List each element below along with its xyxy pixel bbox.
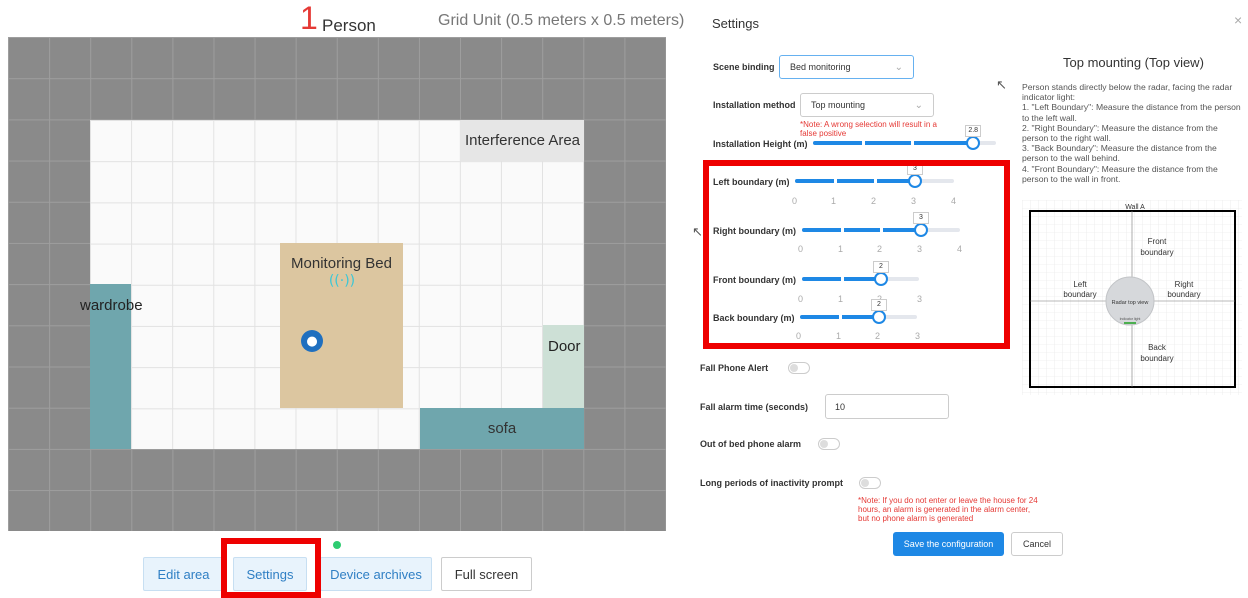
back-boundary-diagram-label: boundary: [1140, 354, 1173, 363]
installation-height-handle[interactable]: [966, 136, 981, 150]
device-archives-button[interactable]: Device archives: [320, 557, 432, 591]
top-view-diagram: Wall A Front boundary Left boundary Righ…: [1022, 200, 1242, 395]
front-boundary-diagram-label: boundary: [1140, 248, 1173, 257]
radar-top-view-label: Radar top view: [1112, 300, 1149, 306]
out-of-bed-alarm-toggle[interactable]: [818, 438, 840, 450]
scene-binding-label: Scene binding: [713, 62, 775, 72]
scene-binding-select[interactable]: Bed monitoring ⌄: [779, 55, 914, 79]
right-boundary-diagram-label: boundary: [1167, 290, 1200, 299]
save-configuration-button[interactable]: Save the configuration: [893, 532, 1004, 556]
interference-area: Interference Area: [461, 120, 584, 161]
wardrobe-label: wardrobe: [80, 297, 143, 314]
mouse-cursor-icon: ↖: [996, 78, 1007, 93]
left-boundary-diagram-label: Left: [1073, 280, 1087, 289]
wall-a-label: Wall A: [1125, 204, 1145, 211]
mouse-cursor-icon: ↖: [692, 225, 703, 240]
settings-highlight-box: [221, 538, 321, 598]
installation-method-select[interactable]: Top mounting ⌄: [800, 93, 934, 117]
indicator-light-label: Indicator light: [1120, 317, 1141, 321]
fall-alarm-time-label: Fall alarm time (seconds): [700, 402, 809, 412]
help-line: 1. "Left Boundary": Measure the distance…: [1022, 102, 1241, 123]
installation-note: *Note: A wrong selection will result in …: [800, 120, 937, 138]
settings-title: Settings: [712, 16, 759, 31]
installation-height-value: 2.8: [965, 125, 982, 137]
indicator-light: [1124, 322, 1136, 324]
radar-icon: ((·)): [328, 273, 356, 289]
help-title: Top mounting (Top view): [1063, 55, 1204, 70]
inactivity-prompt-label: Long periods of inactivity prompt: [700, 478, 844, 488]
installation-method-value: Top mounting: [811, 100, 866, 110]
person-icon[interactable]: ●: [301, 330, 323, 352]
close-icon[interactable]: ×: [1234, 12, 1242, 28]
help-line: 2. "Right Boundary": Measure the distanc…: [1022, 122, 1218, 144]
right-boundary-diagram-label: Right: [1175, 280, 1194, 289]
door-label: Door: [548, 338, 581, 355]
inactivity-note: *Note: If you do not enter or leave the …: [858, 496, 1038, 523]
slider-tick: [911, 141, 914, 145]
out-of-bed-alarm-label: Out of bed phone alarm: [700, 439, 802, 449]
left-boundary-diagram-label: boundary: [1063, 290, 1096, 299]
fall-alarm-time-input[interactable]: 10: [825, 394, 949, 419]
full-screen-button[interactable]: Full screen: [441, 557, 532, 591]
scene-binding-value: Bed monitoring: [790, 62, 851, 72]
fall-phone-alert-toggle[interactable]: [788, 362, 810, 374]
inactivity-prompt-toggle[interactable]: [859, 477, 881, 489]
back-boundary-diagram-label: Back: [1148, 343, 1167, 352]
chevron-down-icon: ⌄: [914, 99, 923, 111]
installation-method-label: Installation method: [713, 100, 796, 110]
boundary-highlight-box: [703, 160, 1010, 349]
monitoring-bed: Monitoring Bed ((·)) ●: [280, 243, 403, 408]
slider-tick: [862, 141, 865, 145]
person-count: 1: [300, 0, 318, 36]
installation-height-fill: [813, 141, 973, 145]
front-boundary-diagram-label: Front: [1148, 237, 1167, 246]
status-dot: [333, 541, 341, 549]
help-text: Person stands directly below the radar, …: [1022, 82, 1242, 184]
fall-phone-alert-label: Fall Phone Alert: [700, 363, 769, 373]
monitoring-bed-label: Monitoring Bed: [291, 255, 392, 272]
grid-unit-label: Grid Unit (0.5 meters x 0.5 meters): [438, 12, 685, 29]
edit-area-button[interactable]: Edit area: [143, 557, 224, 591]
help-line: 4. "Front Boundary": Measure the distanc…: [1022, 163, 1218, 184]
installation-height-label: Installation Height (m): [713, 139, 808, 149]
cancel-button[interactable]: Cancel: [1011, 532, 1063, 556]
sofa-area: sofa: [420, 408, 584, 449]
chevron-down-icon: ⌄: [894, 61, 903, 73]
help-line: Person stands directly below the radar, …: [1022, 82, 1233, 103]
help-line: 3. "Back Boundary": Measure the distance…: [1022, 143, 1217, 164]
installation-height-slider[interactable]: 2.8: [813, 125, 996, 150]
person-count-label: Person: [322, 16, 376, 35]
